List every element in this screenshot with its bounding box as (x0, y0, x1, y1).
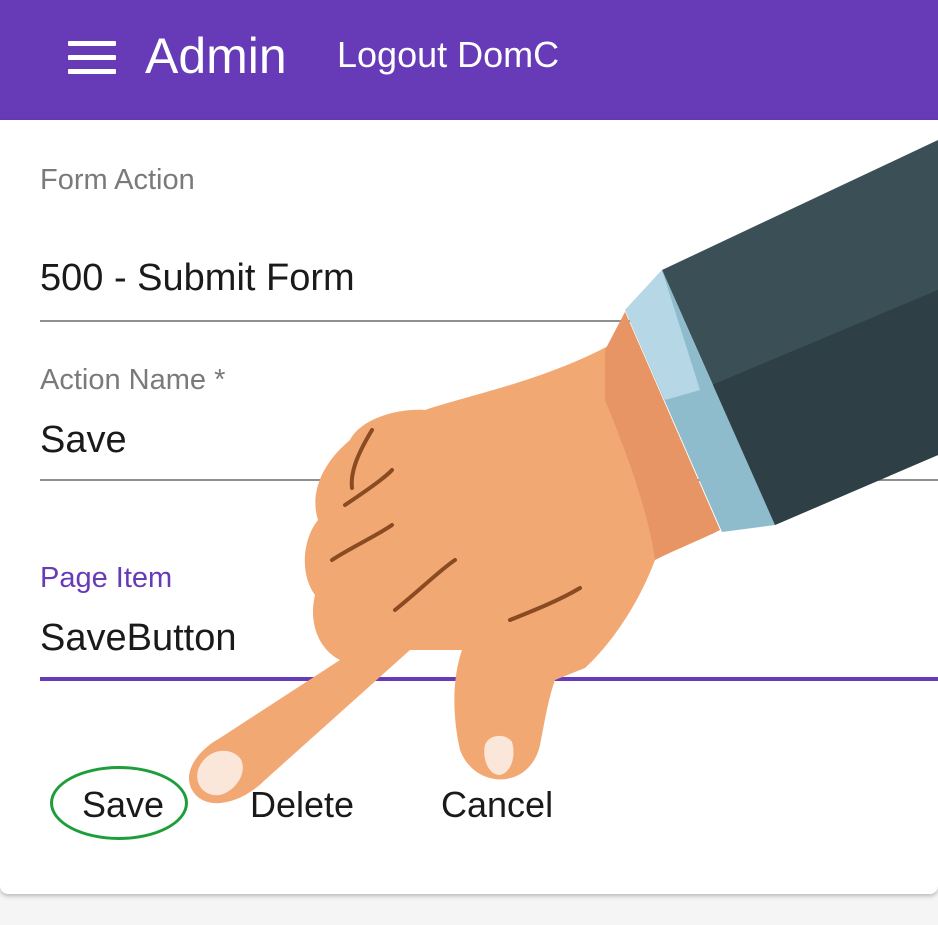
logout-link[interactable]: Logout DomC (337, 34, 559, 76)
save-button[interactable]: Save (82, 784, 164, 826)
form-action-label: Form Action (40, 164, 195, 196)
form-action-field[interactable]: Form Action (40, 160, 938, 322)
form-card: Form Action Action Name * Page Item Save… (0, 120, 938, 894)
page-item-input[interactable] (40, 614, 920, 662)
action-name-underline (40, 479, 938, 481)
action-name-label: Action Name * (40, 364, 226, 396)
top-toolbar: Admin Logout DomC (0, 0, 938, 120)
page-item-underline (40, 677, 938, 681)
app-title: Admin (145, 28, 287, 84)
delete-button[interactable]: Delete (250, 784, 354, 826)
page-item-label: Page Item (40, 562, 173, 594)
cancel-button[interactable]: Cancel (441, 784, 553, 826)
hamburger-menu-icon[interactable] (66, 38, 118, 78)
action-name-field[interactable]: Action Name * (40, 360, 938, 490)
page-item-field[interactable]: Page Item (40, 558, 938, 688)
form-action-underline (40, 320, 938, 322)
action-name-input[interactable] (40, 416, 920, 464)
admin-app: Admin Logout DomC Form Action Action Nam… (0, 0, 938, 925)
form-action-input[interactable] (40, 254, 920, 302)
